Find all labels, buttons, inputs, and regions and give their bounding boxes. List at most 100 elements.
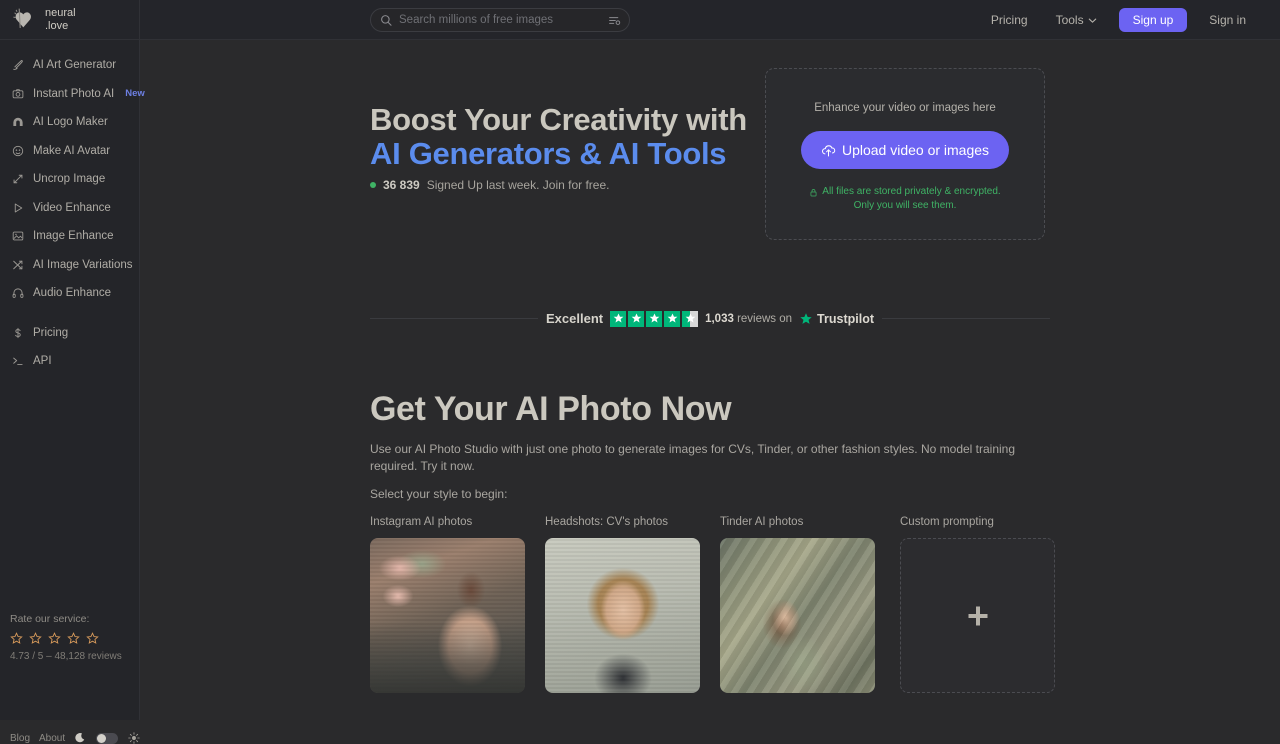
star-outline-icon[interactable] (48, 632, 61, 645)
upload-privacy-note: All files are stored privately & encrypt… (795, 185, 1015, 213)
search-input[interactable] (393, 14, 608, 26)
style-card-thumbnail[interactable] (720, 538, 875, 693)
sidebar-label: Instant Photo AI (33, 87, 115, 100)
rate-service-label: Rate our service: (10, 613, 90, 625)
footer-link-about[interactable]: About (39, 733, 65, 744)
sidebar-item-instant-photo-ai[interactable]: Instant Photo AI New (0, 80, 145, 109)
style-card-label: Instagram AI photos (370, 516, 473, 528)
sidebar-item-api[interactable]: API (0, 347, 139, 376)
hero-title-line-1: Boost Your Creativity with (370, 102, 747, 137)
sidebar-item-image-enhance[interactable]: Image Enhance (0, 222, 139, 251)
sidebar-label: Make AI Avatar (33, 144, 111, 157)
footer-link-blog[interactable]: Blog (10, 733, 30, 744)
trustpilot-star-icon (800, 312, 812, 324)
image-icon (12, 231, 24, 241)
star-outline-icon[interactable] (29, 632, 42, 645)
sidebar-item-uncrop-image[interactable]: Uncrop Image (0, 165, 139, 194)
brand-logo[interactable]: neural .love (0, 0, 140, 40)
trustpilot-rating[interactable]: Excellent 1,033 reviews on Trustpilot (370, 309, 1050, 328)
brand-line-1: neural (45, 7, 76, 19)
shuffle-icon (13, 260, 23, 269)
trustpilot-reviews-count: 1,033 (705, 312, 734, 325)
theme-toggle[interactable] (96, 732, 119, 744)
brand-line-2: .love (45, 19, 69, 32)
upload-dropzone[interactable]: Enhance your video or images here Upload… (765, 68, 1045, 240)
star-outline-icon[interactable] (67, 632, 80, 645)
top-nav: Pricing Tools Sign up Sign in (977, 0, 1260, 40)
style-card-thumbnail[interactable] (545, 538, 700, 693)
cloud-upload-icon (821, 144, 836, 156)
star-outline-icon[interactable] (86, 632, 99, 645)
sidebar-label: Uncrop Image (33, 173, 106, 186)
sidebar-label: Image Enhance (33, 230, 114, 243)
sidebar-label: Video Enhance (33, 201, 111, 214)
style-card-label: Headshots: CV's photos (545, 516, 669, 528)
upload-hint: Enhance your video or images here (814, 102, 996, 114)
trustpilot-brand-label: Trustpilot (817, 311, 874, 326)
status-dot-icon (370, 182, 376, 188)
style-card-tinder[interactable]: Tinder AI photos (720, 516, 875, 693)
trustpilot-brand[interactable]: Trustpilot (799, 312, 874, 326)
top-bar: neural .love Pricing Tools Sign up Sign … (0, 0, 1280, 40)
sidebar-label: AI Art Generator (33, 59, 117, 72)
nav-pricing-label: Pricing (990, 13, 1028, 27)
page-title: Boost Your Creativity with AI Generators… (370, 103, 750, 171)
upload-button-label: Upload video or images (841, 142, 990, 158)
sidebar-item-pricing[interactable]: Pricing (0, 319, 139, 348)
search-icon (381, 14, 392, 26)
trustpilot-star-icon (628, 310, 645, 327)
trustpilot-reviews-text: reviews on (737, 312, 793, 325)
sidebar-label: AI Image Variations (33, 258, 133, 271)
sidebar-divider-gap (0, 308, 139, 319)
sidebar-footer: Blog About (10, 732, 140, 744)
search-bar[interactable] (370, 8, 630, 32)
signup-button[interactable]: Sign up (1118, 8, 1188, 32)
sidebar-label: AI Logo Maker (33, 116, 108, 129)
trustpilot-reviews: 1,033 reviews on (705, 313, 792, 325)
style-card-thumbnail[interactable] (370, 538, 525, 693)
trustpilot-star-icon (610, 310, 627, 327)
sidebar-item-video-enhance[interactable]: Video Enhance (0, 194, 139, 223)
hero-title-line-2: AI Generators & AI Tools (370, 136, 727, 171)
sidebar-item-ai-logo-maker[interactable]: AI Logo Maker (0, 108, 139, 137)
upload-note-line-1: All files are stored privately & encrypt… (822, 186, 1001, 197)
sidebar-item-make-ai-avatar[interactable]: Make AI Avatar (0, 137, 139, 166)
filter-settings-icon[interactable] (608, 14, 621, 27)
trustpilot-stars (610, 310, 699, 327)
nav-pricing[interactable]: Pricing (977, 13, 1042, 27)
sidebar-item-ai-image-variations[interactable]: AI Image Variations (0, 251, 139, 280)
sidebar-label: Pricing (33, 326, 69, 339)
sidebar-group-tools: AI Art Generator Instant Photo AI New AI… (0, 40, 145, 308)
upload-note-line-2: Only you will see them. (853, 200, 957, 211)
dollar-icon (15, 327, 21, 338)
style-card-custom-prompting[interactable]: Custom prompting (900, 516, 1055, 693)
style-card-add-placeholder[interactable] (900, 538, 1055, 693)
logo-arch-icon (13, 117, 23, 127)
chevron-down-icon (1088, 18, 1096, 23)
style-card-label: Custom prompting (900, 516, 994, 528)
sidebar: AI Art Generator Instant Photo AI New AI… (0, 40, 145, 744)
rating-stars[interactable] (10, 632, 140, 645)
section-description: Use our AI Photo Studio with just one ph… (370, 442, 1016, 473)
brand-text: neural .love (45, 7, 76, 32)
photo-thumbnail-cafe-portrait (370, 538, 525, 693)
nav-tools[interactable]: Tools (1042, 13, 1111, 27)
upload-button[interactable]: Upload video or images (800, 131, 1010, 169)
rate-service-block: Rate our service: 4.73 / 5 – 48,128 revi… (10, 613, 140, 662)
moon-icon[interactable] (74, 732, 86, 744)
hero-signups: 36 839 Signed Up last week. Join for fre… (370, 178, 609, 192)
style-card-instagram[interactable]: Instagram AI photos (370, 516, 525, 693)
sun-icon[interactable] (128, 732, 140, 744)
sidebar-item-ai-art-generator[interactable]: AI Art Generator (0, 51, 139, 80)
nav-signin[interactable]: Sign in (1195, 13, 1260, 27)
heart-logo-icon (13, 8, 31, 28)
style-card-headshots[interactable]: Headshots: CV's photos (545, 516, 700, 693)
rate-service-summary: 4.73 / 5 – 48,128 reviews (10, 651, 122, 662)
trustpilot-star-half-icon (682, 310, 699, 327)
status-badge-new: New (125, 88, 145, 100)
brush-icon (13, 60, 23, 71)
star-outline-icon[interactable] (10, 632, 23, 645)
signups-text: Signed Up last week. Join for free. (426, 178, 610, 192)
trustpilot-star-icon (664, 310, 681, 327)
sidebar-item-audio-enhance[interactable]: Audio Enhance (0, 279, 139, 308)
